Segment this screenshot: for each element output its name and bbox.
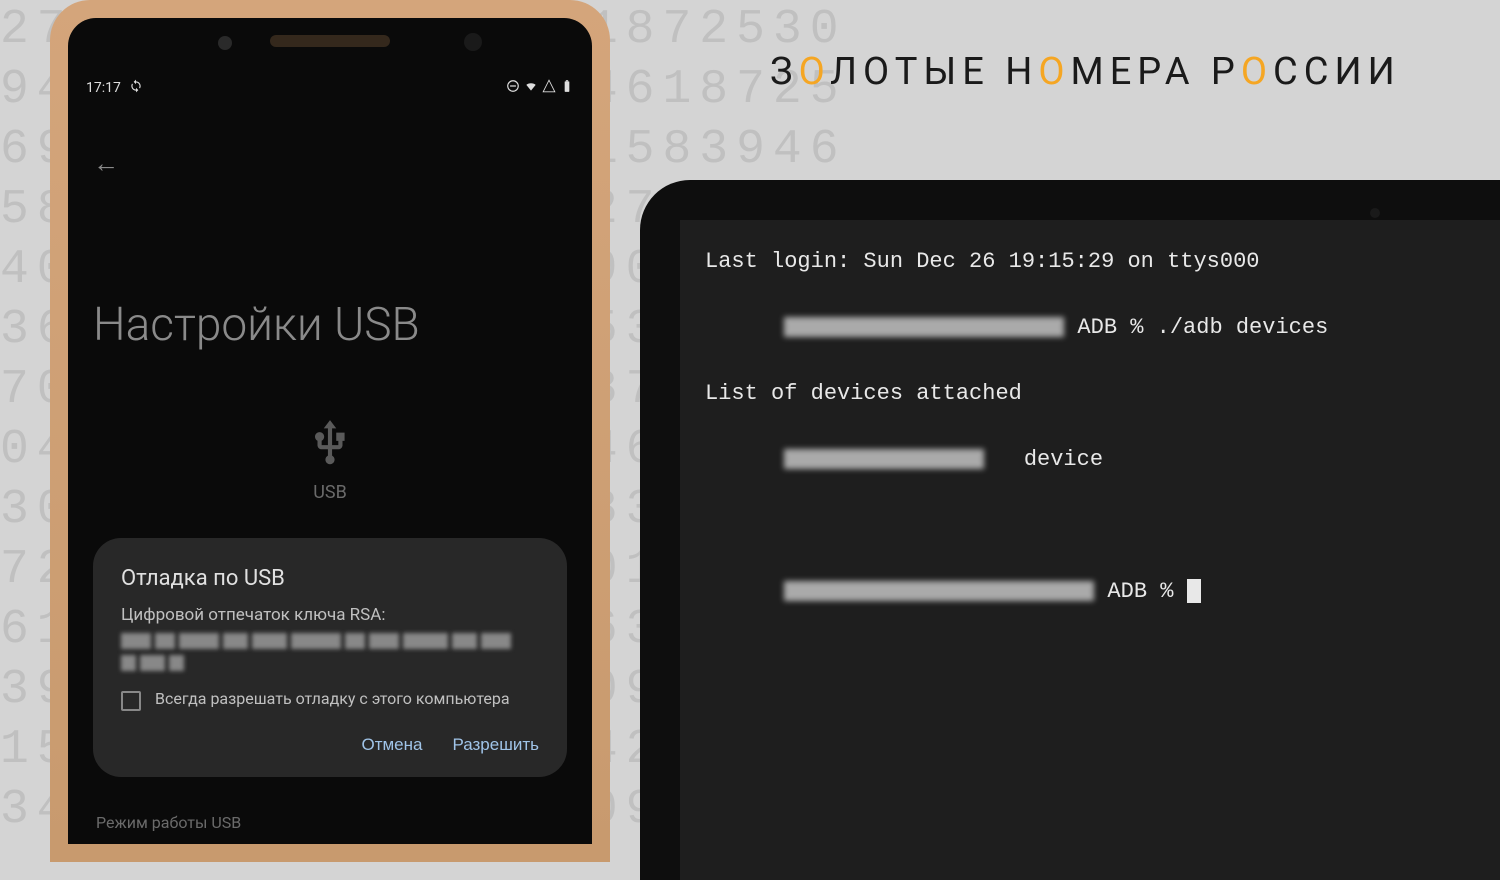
phone-notch	[68, 18, 592, 63]
laptop-camera	[1370, 208, 1380, 218]
page-title: Настройки USB	[93, 298, 420, 352]
phone-screen: 17:17 ← Настройки USB USB Отладка по USB…	[68, 18, 592, 844]
front-camera	[464, 33, 482, 51]
terminal-command: ./adb devices	[1157, 315, 1329, 340]
usb-mode-label: Режим работы USB	[96, 813, 241, 832]
terminal-output-header: List of devices attached	[705, 377, 1475, 410]
sensor-dot	[218, 36, 232, 50]
signal-icon	[542, 79, 556, 97]
battery-icon	[560, 79, 574, 97]
rsa-fingerprint-line-2	[121, 655, 539, 671]
usb-debug-dialog: Отладка по USB Цифровой отпечаток ключа …	[93, 538, 567, 777]
redacted-hostname-2	[784, 581, 1094, 601]
phone-mockup: 17:17 ← Настройки USB USB Отладка по USB…	[50, 0, 610, 862]
allow-button[interactable]: Разрешить	[452, 735, 539, 755]
terminal-device-row: device	[705, 410, 1475, 509]
sync-icon	[129, 79, 143, 97]
back-button[interactable]: ←	[93, 148, 119, 179]
rsa-fingerprint-line-1	[121, 633, 539, 649]
usb-icon-block: USB	[305, 418, 355, 503]
dialog-title: Отладка по USB	[121, 566, 539, 591]
speaker-grille	[270, 35, 390, 47]
terminal-prompt-1: ADB % ./adb devices	[705, 278, 1475, 377]
laptop-mockup: Last login: Sun Dec 26 19:15:29 on ttys0…	[640, 180, 1500, 880]
status-bar: 17:17	[68, 73, 592, 103]
wifi-icon	[524, 79, 538, 97]
terminal-cursor	[1187, 579, 1201, 603]
always-allow-checkbox[interactable]	[121, 691, 141, 711]
checkbox-label: Всегда разрешать отладку с этого компьют…	[155, 689, 510, 710]
usb-label: USB	[305, 482, 355, 503]
terminal-prompt-2: ADB %	[705, 542, 1475, 641]
dialog-subtitle: Цифровой отпечаток ключа RSA:	[121, 605, 539, 625]
status-time: 17:17	[86, 80, 121, 96]
redacted-hostname	[784, 317, 1064, 337]
dnd-icon	[506, 79, 520, 97]
terminal-window[interactable]: Last login: Sun Dec 26 19:15:29 on ttys0…	[680, 220, 1500, 880]
cancel-button[interactable]: Отмена	[361, 735, 422, 755]
site-logo: ЗОЛОТЫЕ НОМЕРА РОССИИ	[770, 50, 1401, 94]
redacted-device-id	[784, 449, 984, 469]
terminal-last-login: Last login: Sun Dec 26 19:15:29 on ttys0…	[705, 245, 1475, 278]
usb-icon	[305, 418, 355, 468]
